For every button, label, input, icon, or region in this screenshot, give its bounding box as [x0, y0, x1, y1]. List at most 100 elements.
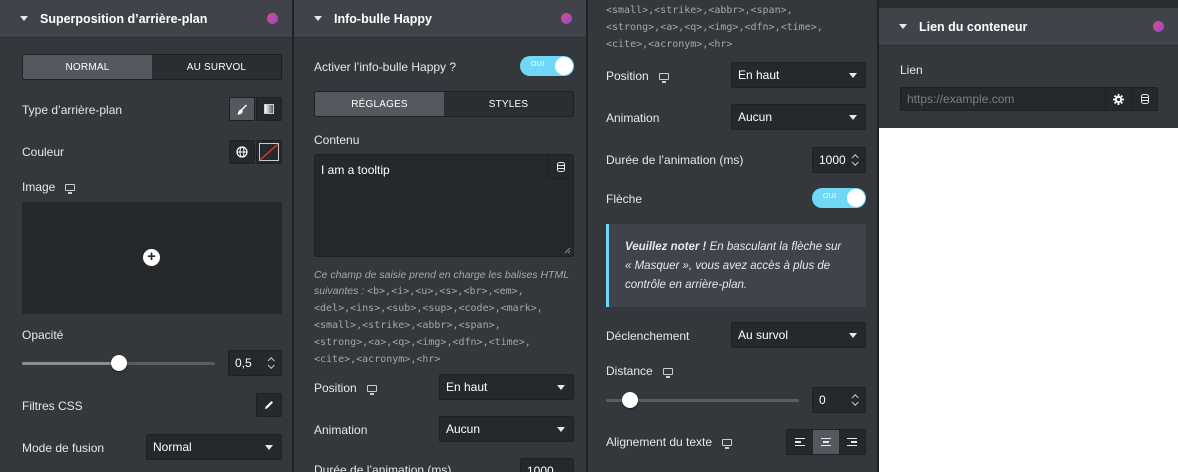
duration-input[interactable]: 1000 — [520, 458, 574, 472]
help-tags-line: <strong>,<a>,<q>,<img>,<dfn>,<time>, — [314, 337, 531, 348]
section-header-happy-tooltip[interactable]: Info-bulle Happy — [294, 0, 586, 38]
chevron-down-icon — [849, 333, 857, 338]
text-align-label: Alignement du texte — [606, 435, 733, 449]
desktop-icon — [658, 73, 669, 83]
duration-value: 1000 — [819, 153, 846, 167]
slider-handle[interactable] — [110, 355, 127, 371]
link-settings-button[interactable] — [1105, 87, 1132, 111]
tab-normal[interactable]: NORMAL — [23, 55, 152, 79]
help-tags-line: <small>,<strike>,<abbr>,<span>, — [606, 5, 793, 16]
animation-select[interactable]: Aucun — [439, 416, 574, 442]
help-tags-line: <strong>,<a>,<q>,<img>,<dfn>,<time>, — [606, 22, 823, 33]
trigger-select[interactable]: Au survol — [731, 322, 866, 348]
happy-logo-icon — [1153, 21, 1164, 32]
tab-hover[interactable]: AU SURVOL — [152, 55, 281, 79]
distance-slider[interactable] — [606, 392, 799, 408]
blank-canvas-area — [879, 128, 1178, 472]
slider-handle[interactable] — [622, 392, 638, 408]
help-tags-line: <cite>,<acronym>,<hr> — [314, 354, 441, 365]
tab-settings[interactable]: RÉGLAGES — [315, 92, 444, 116]
desktop-icon — [722, 439, 733, 449]
note-text: « Masquer », vous avez accès à plus de — [625, 260, 831, 272]
gradient-icon[interactable] — [256, 97, 282, 121]
opacity-value: 0,5 — [235, 356, 252, 370]
blend-mode-select[interactable]: Normal — [146, 434, 282, 460]
note-text: En basculant la flèche sur — [706, 241, 842, 253]
section-title: Lien du conteneur — [919, 19, 1028, 34]
stepper-icon[interactable] — [852, 153, 860, 167]
opacity-input[interactable]: 0,5 — [228, 350, 282, 376]
stepper-icon[interactable] — [268, 356, 276, 370]
animation-label: Animation — [314, 423, 368, 437]
arrow-label: Flèche — [606, 192, 643, 206]
distance-input[interactable]: 0 — [812, 387, 866, 413]
tooltip-content-textarea[interactable]: I am a tooltip — [314, 154, 574, 257]
animation-label: Animation — [606, 111, 660, 125]
color-label: Couleur — [22, 145, 65, 159]
section-title: Superposition d’arrière-plan — [40, 11, 208, 26]
distance-value: 0 — [819, 393, 826, 407]
chevron-down-icon — [849, 115, 857, 120]
brush-icon[interactable] — [229, 97, 255, 121]
pencil-icon[interactable] — [256, 393, 282, 417]
caret-down-icon — [314, 16, 322, 21]
section-title: Info-bulle Happy — [334, 11, 432, 26]
dynamic-tags-button[interactable] — [547, 155, 573, 179]
duration-input[interactable]: 1000 — [812, 147, 866, 173]
animation-value: Aucun — [446, 422, 481, 436]
chevron-down-icon — [265, 445, 273, 450]
link-dynamic-tags-button[interactable] — [1131, 87, 1158, 111]
position-select[interactable]: En haut — [439, 374, 574, 400]
help-tags-line: <cite>,<acronym>,<hr> — [606, 39, 733, 50]
section-header-container-link[interactable]: Lien du conteneur — [879, 8, 1178, 46]
desktop-icon — [662, 368, 673, 378]
position-select[interactable]: En haut — [731, 62, 866, 88]
trigger-label: Déclenchement — [606, 329, 690, 343]
note-title: Veuillez noter ! — [625, 241, 707, 253]
align-left-icon[interactable] — [787, 430, 813, 454]
toggle-knob — [555, 57, 573, 75]
settings-tabs: RÉGLAGES STYLES — [314, 91, 574, 117]
html-help-text-continued: <small>,<strike>,<abbr>,<span>, <strong>… — [606, 2, 872, 53]
add-icon[interactable]: + — [143, 249, 160, 266]
html-help-text: Ce champ de saisie prend en charge les b… — [314, 267, 580, 368]
gear-icon — [1113, 93, 1124, 105]
state-tabs: NORMAL AU SURVOL — [22, 54, 282, 80]
happy-logo-icon — [267, 13, 278, 24]
tooltip-content-value: I am a tooltip — [321, 163, 390, 177]
position-value: En haut — [738, 68, 780, 82]
enable-tooltip-toggle[interactable]: OUI — [520, 56, 574, 76]
database-icon — [1140, 94, 1149, 104]
image-label: Image — [22, 180, 76, 194]
caret-down-icon — [899, 24, 907, 29]
chevron-down-icon — [849, 73, 857, 78]
caret-down-icon — [20, 16, 28, 21]
background-overlay-panel: Superposition d’arrière-plan NORMAL AU S… — [0, 0, 292, 472]
link-input[interactable]: https://example.com — [900, 87, 1106, 111]
globe-icon[interactable] — [229, 140, 255, 164]
duration-label: Durée de l’animation (ms) — [314, 463, 452, 472]
section-header-background-overlay[interactable]: Superposition d’arrière-plan — [0, 0, 292, 38]
bg-type-label: Type d’arrière-plan — [22, 103, 123, 117]
resize-handle-icon[interactable] — [564, 247, 571, 254]
blend-mode-value: Normal — [153, 440, 192, 454]
database-icon — [556, 161, 565, 172]
tab-styles[interactable]: STYLES — [444, 92, 573, 116]
blend-mode-label: Mode de fusion — [22, 441, 105, 455]
image-upload-area[interactable]: + — [22, 202, 282, 314]
trigger-value: Au survol — [738, 328, 789, 342]
align-right-icon[interactable] — [839, 430, 865, 454]
animation-select[interactable]: Aucun — [731, 104, 866, 130]
arrow-note: Veuillez noter ! En basculant la flèche … — [606, 224, 866, 307]
distance-label: Distance — [606, 364, 673, 378]
text-align-group — [786, 429, 866, 455]
link-placeholder: https://example.com — [907, 92, 1015, 106]
arrow-toggle[interactable]: OUI — [812, 188, 866, 208]
align-center-icon[interactable] — [813, 430, 839, 454]
color-swatch-empty[interactable] — [256, 140, 282, 164]
toggle-text: OUI — [531, 61, 545, 68]
stepper-icon[interactable] — [852, 393, 860, 407]
opacity-slider[interactable] — [22, 355, 215, 371]
help-tags-line: <small>,<strike>,<abbr>,<span>, — [314, 320, 501, 331]
duration-value: 1000 — [527, 464, 554, 472]
